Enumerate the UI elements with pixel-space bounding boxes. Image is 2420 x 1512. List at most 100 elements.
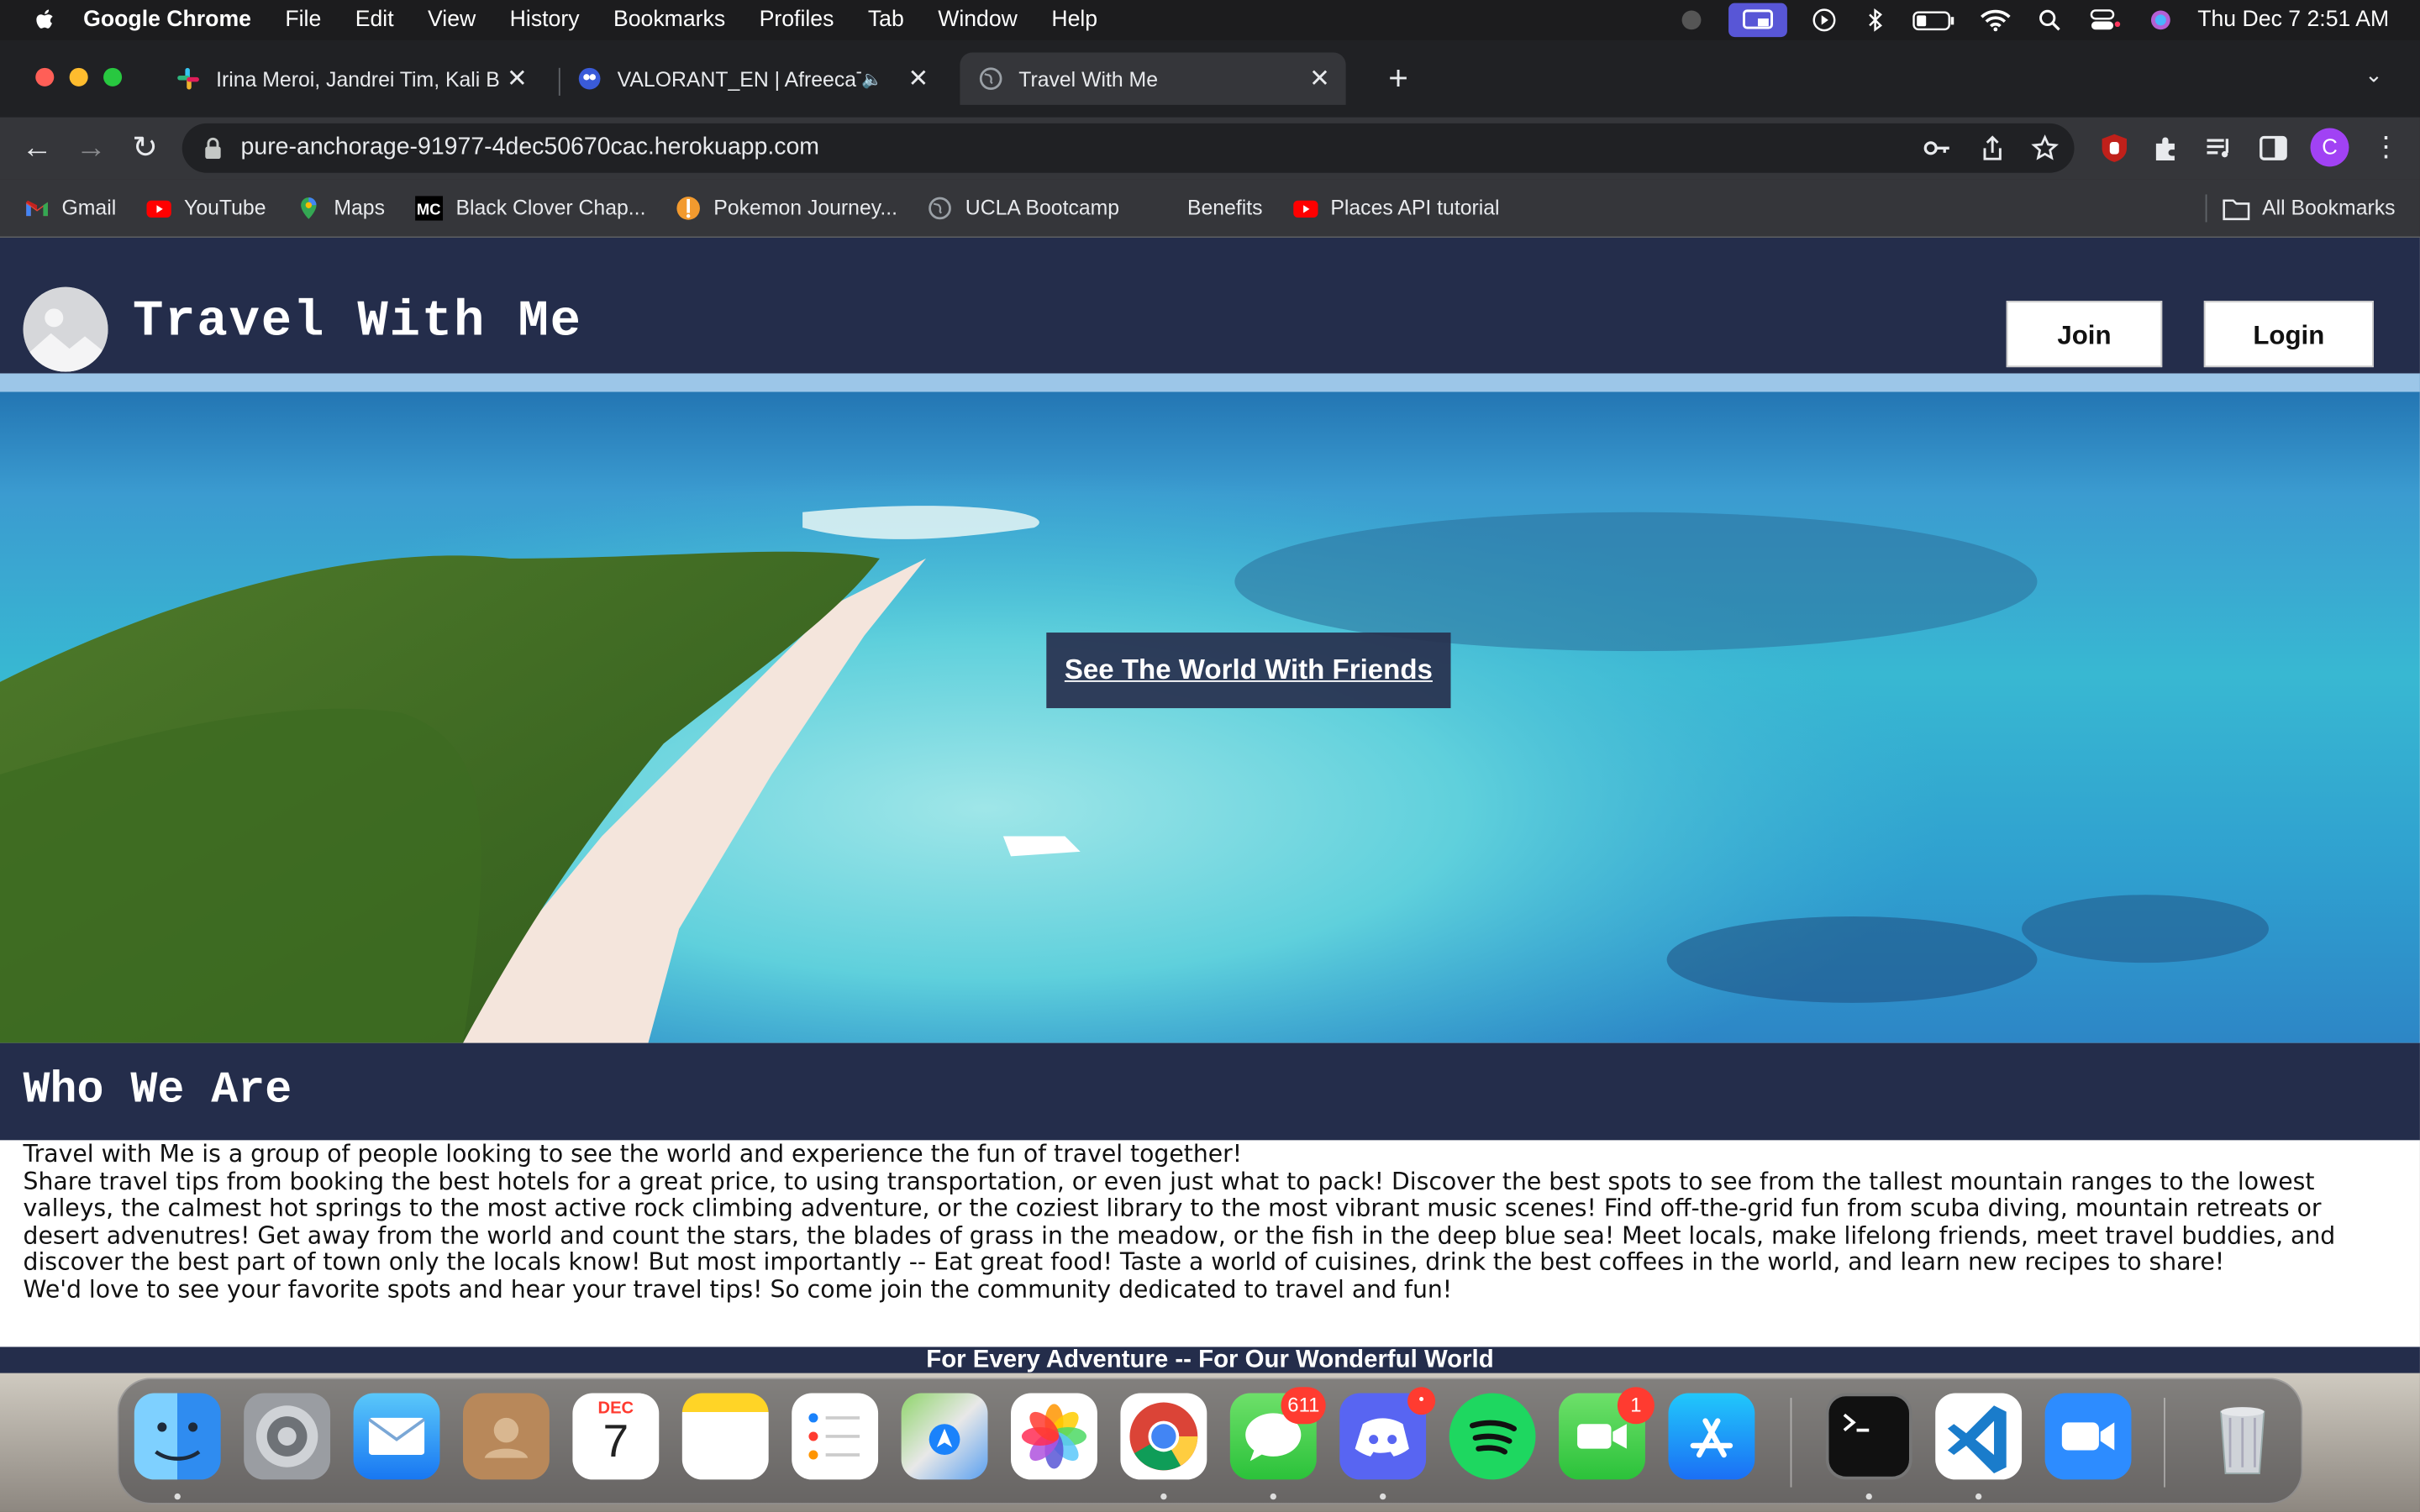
window-zoom-button[interactable] — [103, 67, 123, 87]
bluetooth-icon[interactable] — [1861, 8, 1889, 32]
trash-icon[interactable] — [2199, 1394, 2286, 1480]
siri-icon[interactable] — [2147, 8, 2175, 32]
maps-app-icon[interactable] — [901, 1393, 988, 1480]
chrome-app-icon[interactable] — [1120, 1393, 1207, 1480]
battery-icon[interactable] — [1912, 8, 1954, 32]
discord-icon[interactable]: • — [1339, 1387, 1436, 1480]
divider — [2205, 193, 2207, 222]
tab-travel-with-me[interactable]: Travel With Me ✕ — [960, 52, 1346, 105]
contacts-icon[interactable] — [463, 1393, 550, 1480]
all-bookmarks-button[interactable]: All Bookmarks — [2205, 193, 2396, 222]
bookmark-gmail[interactable]: Gmail — [24, 195, 116, 219]
side-panel-icon[interactable] — [2258, 133, 2289, 164]
forward-arrow-icon[interactable]: → — [72, 129, 109, 166]
bookmark-black-clover[interactable]: MC Black Clover Chap... — [415, 195, 645, 220]
control-center-icon[interactable] — [2086, 8, 2123, 32]
tab-close-icon[interactable]: ✕ — [904, 63, 932, 94]
youtube-icon — [1293, 199, 1318, 218]
wifi-icon[interactable] — [1978, 8, 2012, 32]
extensions-puzzle-icon[interactable] — [2151, 133, 2182, 164]
about-paragraph-closing: We'd love to see your favorite spots and… — [23, 1275, 1453, 1304]
menu-view[interactable]: View — [428, 8, 476, 32]
url-text[interactable]: pure-anchorage-91977-4dec50670cac.heroku… — [241, 134, 820, 162]
menu-edit[interactable]: Edit — [355, 8, 394, 32]
finder-icon[interactable] — [134, 1393, 221, 1480]
maps-icon — [301, 197, 318, 218]
bookmark-star-icon[interactable] — [2031, 134, 2059, 162]
app-store-icon[interactable] — [1668, 1393, 1755, 1480]
menu-app-name[interactable]: Google Chrome — [83, 8, 251, 32]
menu-window[interactable]: Window — [938, 8, 1018, 32]
reload-icon[interactable]: ↻ — [127, 129, 164, 166]
record-icon[interactable] — [1677, 8, 1705, 32]
profile-avatar[interactable]: C — [2310, 128, 2349, 167]
media-queue-icon[interactable] — [2204, 133, 2235, 164]
terminal-icon[interactable] — [1825, 1393, 1912, 1480]
lock-icon[interactable] — [203, 137, 222, 160]
tab-close-icon[interactable]: ✕ — [503, 63, 531, 94]
reminders-icon[interactable] — [792, 1393, 879, 1480]
site-logo[interactable] — [23, 286, 108, 372]
bookmark-maps[interactable]: Maps — [297, 195, 385, 219]
who-we-are-heading: Who We Are — [23, 1064, 292, 1116]
tab-close-icon[interactable]: ✕ — [1306, 63, 1334, 94]
bookmark-ucla[interactable]: UCLA Bootcamp — [929, 195, 1119, 219]
dock-divider — [1790, 1398, 1792, 1488]
menu-file[interactable]: File — [285, 8, 321, 32]
youtube-icon — [146, 199, 172, 218]
share-icon[interactable] — [1979, 134, 2007, 162]
address-bar[interactable]: pure-anchorage-91977-4dec50670cac.heroku… — [182, 123, 2075, 173]
running-indicator — [1865, 1493, 1872, 1500]
image-placeholder-icon — [23, 286, 108, 372]
kebab-menu-icon[interactable]: ⋮ — [2370, 133, 2402, 164]
messages-icon[interactable]: 611 — [1229, 1387, 1326, 1480]
bookmark-places-api[interactable]: Places API tutorial — [1293, 195, 1500, 219]
tab-search-chevron-icon[interactable]: ⌄ — [2365, 61, 2383, 87]
all-bookmarks-label: All Bookmarks — [2262, 196, 2396, 219]
discord-badge: • — [1407, 1387, 1436, 1415]
bookmark-label: Benefits — [1186, 196, 1263, 219]
hero-cta-link[interactable]: See The World With Friends — [1046, 633, 1451, 709]
ublock-icon[interactable] — [2099, 133, 2130, 164]
menu-help[interactable]: Help — [1051, 8, 1097, 32]
zoom-icon[interactable] — [2044, 1393, 2132, 1480]
new-tab-button[interactable]: + — [1383, 61, 1414, 98]
tab-title: Irina Meroi, Jandrei Tim, Kali B — [216, 66, 500, 91]
key-icon[interactable] — [1923, 134, 1951, 162]
screen-share-icon[interactable] — [1728, 3, 1787, 38]
vscode-icon[interactable] — [1935, 1393, 2023, 1480]
menu-profiles[interactable]: Profiles — [760, 8, 834, 32]
play-icon[interactable] — [1810, 8, 1838, 32]
menubar-clock[interactable]: Thu Dec 7 2:51 AM — [2197, 8, 2389, 32]
apple-icon[interactable] — [31, 6, 59, 34]
tab-valorant[interactable]: VALORANT_EN | AfreecaT 🔈 ✕ — [559, 52, 944, 104]
join-button[interactable]: Join — [2006, 301, 2163, 368]
window-minimize-button[interactable] — [69, 67, 88, 87]
site-header: Travel With Me Join Login — [0, 237, 2420, 374]
calendar-icon[interactable]: DEC 7 — [572, 1393, 660, 1480]
menu-tab[interactable]: Tab — [868, 8, 904, 32]
slack-icon — [177, 67, 199, 90]
menu-history[interactable]: History — [510, 8, 580, 32]
facetime-icon[interactable]: 1 — [1559, 1387, 1655, 1480]
bookmark-benefits[interactable]: Benefits — [1187, 196, 1263, 219]
notes-icon[interactable] — [681, 1393, 769, 1480]
macos-dock: DEC 7 611 • 1 — [117, 1378, 2303, 1504]
bookmark-pokemon[interactable]: Pokemon Journey... — [676, 195, 897, 219]
calendar-day: 7 — [602, 1416, 629, 1467]
facetime-badge: 1 — [1617, 1387, 1655, 1425]
back-arrow-icon[interactable]: ← — [18, 129, 55, 166]
login-button[interactable]: Login — [2203, 301, 2374, 368]
tab-audio-icon[interactable]: 🔈 — [861, 69, 882, 89]
system-settings-icon[interactable] — [244, 1393, 331, 1480]
spotlight-search-icon[interactable] — [2035, 8, 2063, 32]
bookmark-label: Places API tutorial — [1330, 196, 1500, 219]
photos-icon[interactable] — [1011, 1393, 1097, 1480]
menu-bookmarks[interactable]: Bookmarks — [613, 8, 725, 32]
bookmark-youtube[interactable]: YouTube — [146, 195, 266, 219]
site-title[interactable]: Travel With Me — [133, 293, 582, 350]
tab-slack[interactable]: Irina Meroi, Jandrei Tim, Kali B ✕ — [157, 52, 543, 104]
mail-icon[interactable] — [353, 1393, 440, 1480]
spotify-icon[interactable] — [1449, 1393, 1536, 1480]
window-close-button[interactable] — [35, 67, 55, 87]
